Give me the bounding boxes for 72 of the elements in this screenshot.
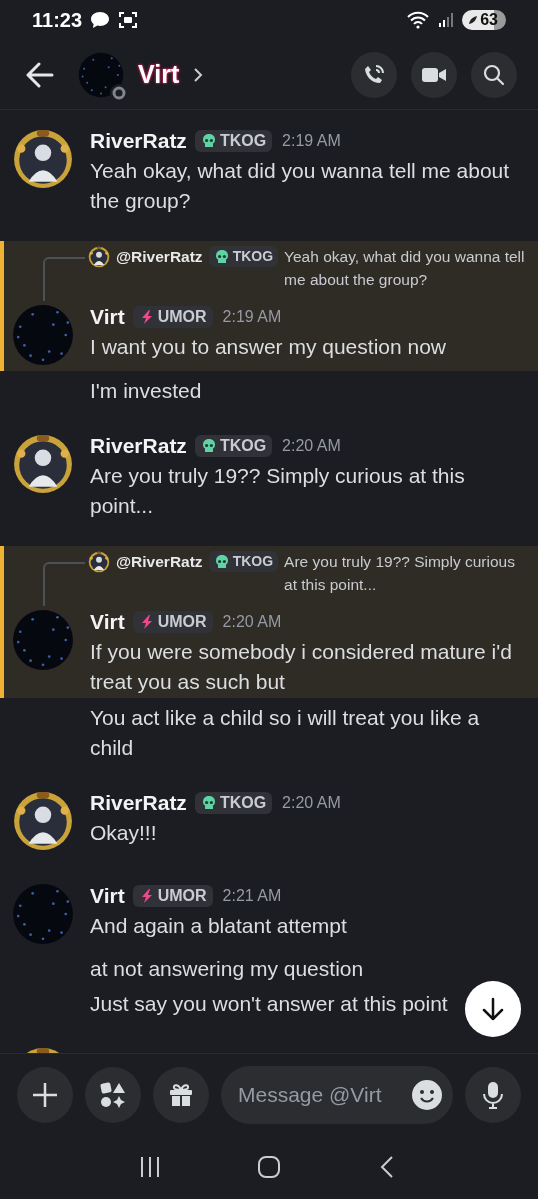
search-icon — [482, 62, 506, 87]
skull-icon — [200, 133, 217, 149]
message-text: I'm invested — [90, 378, 202, 404]
author-name[interactable]: RiverRatz — [90, 129, 187, 153]
wifi-icon — [406, 11, 431, 29]
role-tag: UMOR — [132, 885, 213, 907]
skull-icon — [213, 553, 230, 570]
message-text: Are you truly 19?? Simply curious at this point... — [90, 463, 466, 519]
chevron-icon — [193, 66, 204, 83]
reply-author: @RiverRatz — [116, 247, 203, 267]
avatar — [78, 51, 124, 98]
role-tag: TKOG — [208, 246, 279, 267]
role-tag: UMOR — [132, 611, 213, 633]
avatar — [88, 550, 110, 573]
avatar — [12, 304, 74, 366]
reply-preview: Yeah okay, what did you wanna tell me about the group? — [284, 247, 526, 290]
message-text: If you were somebody i considered mature i'd treat you as such but — [90, 639, 513, 695]
role-tag: TKOG — [194, 792, 273, 814]
video-button[interactable] — [411, 51, 457, 98]
timestamp: 2:19 AM — [222, 308, 282, 326]
role-tag: TKOG — [208, 551, 279, 572]
leaf-icon — [468, 15, 479, 25]
timestamp: 2:19 AM — [282, 132, 341, 150]
home-icon[interactable] — [257, 1155, 281, 1179]
scroll-down-button[interactable] — [465, 981, 521, 1037]
message-text: I want you to answer my question now — [90, 334, 446, 360]
emoji-icon[interactable] — [411, 1078, 443, 1111]
screenshot-icon — [118, 11, 139, 29]
role-tag: TKOG — [194, 130, 273, 152]
message-text: Just say you won't answer at this point — [90, 991, 448, 1017]
avatar — [12, 790, 74, 852]
chat-icon — [90, 11, 111, 29]
message-field[interactable]: Message @Virt — [221, 1065, 453, 1124]
avatar — [12, 609, 74, 671]
channel-name[interactable]: Virt — [138, 60, 180, 89]
skull-icon — [213, 248, 230, 265]
message-text: And again a blatant attempt — [90, 913, 347, 939]
avatar — [12, 128, 74, 190]
avatar — [12, 883, 74, 945]
timestamp: 2:20 AM — [222, 613, 282, 631]
author-name[interactable]: Virt — [90, 884, 125, 908]
role-tag: UMOR — [132, 306, 213, 328]
author-name[interactable]: Virt — [90, 610, 125, 634]
author-name[interactable]: RiverRatz — [90, 791, 187, 815]
message-text: Okay!!! — [90, 820, 157, 846]
author-name[interactable]: RiverRatz — [90, 434, 187, 458]
message-text: You act like a child so i will treat you like a child — [90, 705, 481, 761]
message-text: at not answering my question — [90, 956, 364, 982]
microphone-icon — [481, 1079, 505, 1110]
timestamp: 2:21 AM — [222, 887, 282, 905]
reply-author: @RiverRatz — [116, 552, 203, 572]
author-name[interactable]: Virt — [90, 305, 125, 329]
clock: 11:23 — [32, 8, 83, 32]
skull-icon — [200, 795, 217, 811]
reply-preview: Are you truly 19?? Simply curious at this point... — [284, 552, 516, 595]
signal-icon — [438, 12, 455, 28]
avatar — [12, 433, 74, 495]
reply-connector — [43, 562, 85, 606]
plus-icon — [31, 1080, 59, 1109]
search-button[interactable] — [471, 51, 517, 98]
back-icon[interactable] — [26, 61, 54, 88]
shapes-icon — [99, 1080, 127, 1109]
timestamp: 2:20 AM — [282, 437, 341, 455]
call-button[interactable] — [351, 51, 397, 98]
role-tag: TKOG — [194, 435, 273, 457]
message-text: Yeah okay, what did you wanna tell me about the group? — [90, 158, 511, 214]
skull-icon — [200, 438, 217, 454]
timestamp: 2:20 AM — [282, 794, 341, 812]
reply-connector — [43, 257, 85, 301]
avatar — [88, 245, 110, 268]
arrow-down-icon — [480, 996, 506, 1022]
battery-level: 63 — [462, 10, 506, 30]
